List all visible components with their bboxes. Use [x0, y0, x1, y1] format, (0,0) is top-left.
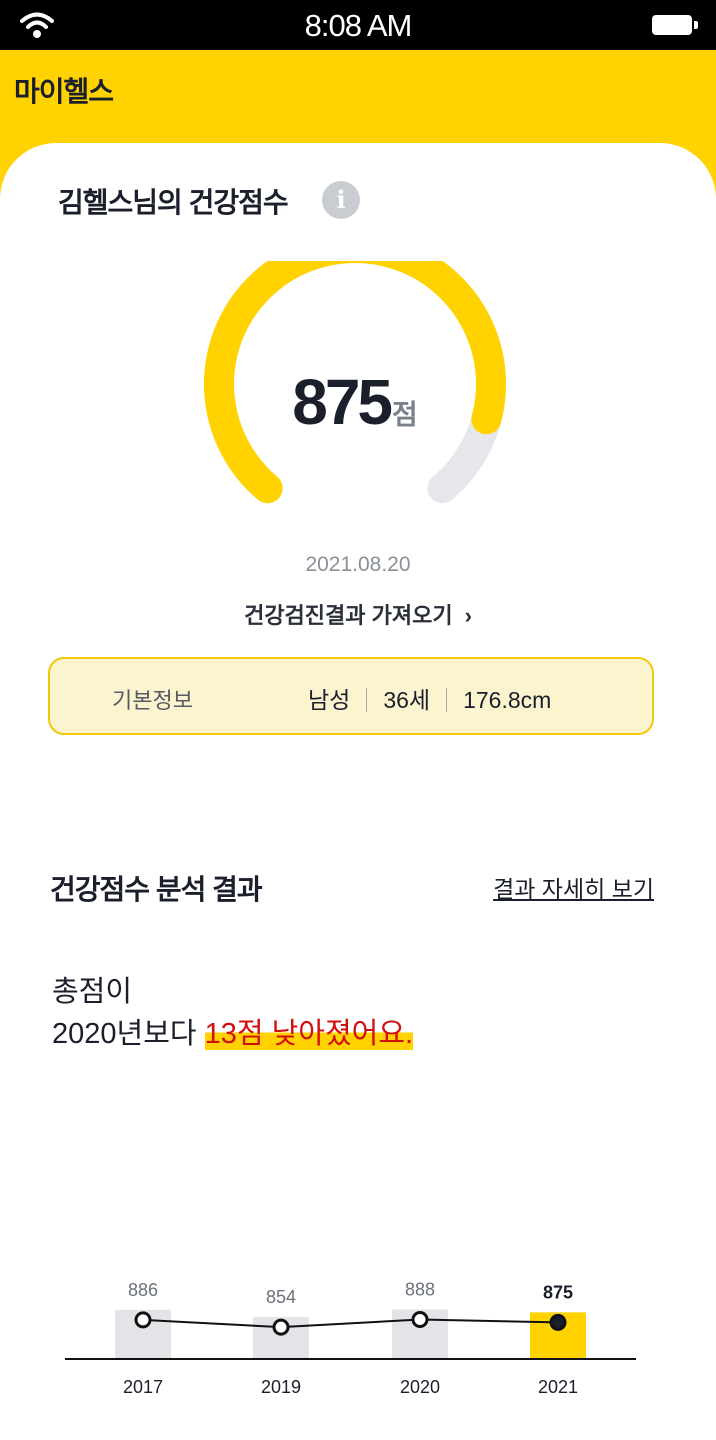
import-checkup-label: 건강검진결과 가져오기 [244, 603, 453, 628]
basic-info-box: 기본정보 남성 36세 176.8cm [48, 657, 654, 735]
chart-point [134, 1311, 152, 1329]
score-unit: 점 [392, 399, 418, 430]
summary-prefix: 2020년보다 [52, 1018, 205, 1050]
summary-highlight: 13점 낮아졌어요. [204, 1018, 414, 1050]
basic-info-values: 남성 36세 176.8cm [308, 681, 551, 715]
age-value: 36세 [383, 687, 431, 713]
score-title: 김헬스님의 건강점수 [58, 187, 289, 218]
gender-value: 남성 [308, 687, 351, 713]
analysis-title: 건강점수 분석 결과 [50, 874, 263, 905]
summary-line-2: 2020년보다 13점 낮아졌어요. [52, 1013, 414, 1055]
chart-series-line [142, 1318, 559, 1329]
info-icon[interactable]: i [322, 181, 360, 219]
score-trend-chart: 886 2017 854 2019 888 2020 875 2021 [65, 1280, 636, 1397]
import-checkup-button[interactable]: 건강검진결과 가져오기 › [0, 598, 716, 630]
chart-value-label: 888 [405, 1280, 435, 1300]
status-time: 8:08 AM [304, 8, 413, 43]
chart-category-label: 2017 [123, 1377, 163, 1397]
battery-icon [652, 15, 698, 35]
page-title: 마이헬스 [14, 76, 114, 107]
divider [446, 687, 448, 712]
chart-point [272, 1318, 290, 1336]
score-display: 875점 [200, 365, 510, 439]
chart-point [549, 1313, 567, 1331]
analysis-summary: 총점이 2020년보다 13점 낮아졌어요. [52, 971, 414, 1055]
view-details-link[interactable]: 결과 자세히 보기 [493, 870, 654, 904]
chart-value-label: 875 [543, 1282, 573, 1302]
height-value: 176.8cm [463, 687, 552, 713]
chart-point [411, 1311, 429, 1328]
summary-line-1: 총점이 [52, 976, 133, 1008]
chart-category-label: 2019 [261, 1377, 301, 1397]
divider [366, 687, 368, 712]
health-score-card: 김헬스님의 건강점수 i 875점 2021.08.20 건강검진결과 가져오기… [0, 143, 716, 1440]
score-value: 875 [292, 366, 393, 438]
score-date: 2021.08.20 [305, 553, 411, 576]
chart-value-label: 854 [266, 1287, 296, 1307]
chevron-right-icon: › [464, 603, 472, 628]
chart-value-label: 886 [128, 1280, 158, 1300]
chart-category-label: 2021 [538, 1377, 578, 1397]
basic-info-label: 기본정보 [112, 688, 193, 713]
chart-category-label: 2020 [400, 1377, 440, 1397]
status-bar: 8:08 AM [0, 0, 716, 50]
